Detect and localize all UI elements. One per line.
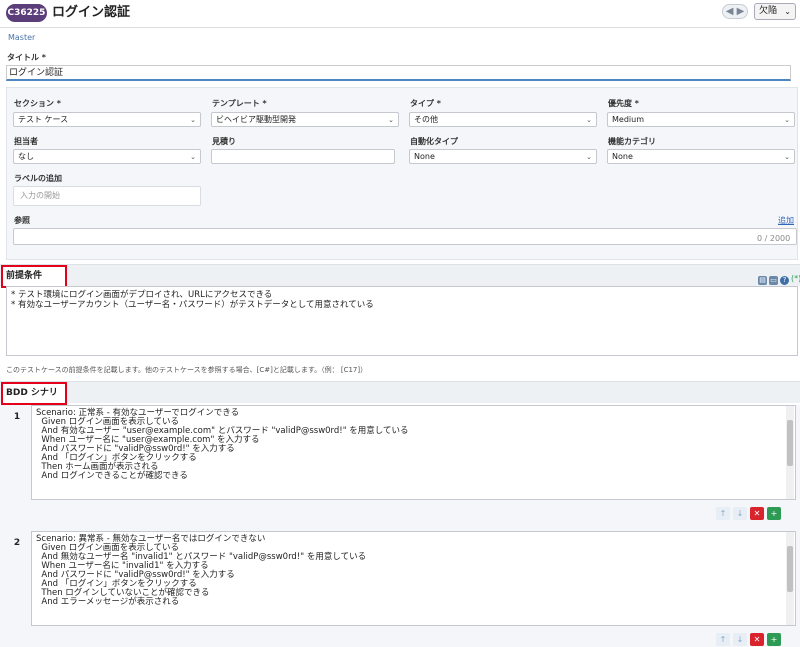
scenario-textarea[interactable]: Scenario: 異常系 - 無効なユーザー名ではログインできない Given…: [31, 531, 796, 626]
title-label: タイトル *: [7, 53, 46, 62]
move-up-button[interactable]: ↑: [716, 507, 730, 520]
preconditions-header-bar: [0, 264, 800, 286]
preconditions-hint: このテストケースの前提条件を記載します。他のテストケースを参照する場合、[C#]…: [6, 366, 368, 374]
references-add-link[interactable]: 追加: [778, 215, 794, 226]
chevron-down-icon: ⌄: [586, 116, 592, 124]
master-label: Master: [8, 33, 36, 42]
automation-type-select[interactable]: None ⌄: [409, 149, 597, 164]
scroll-thumb[interactable]: [787, 420, 793, 466]
add-scenario-button[interactable]: +: [767, 507, 781, 520]
scenario-line: And エラーメッセージが表示される: [36, 597, 180, 607]
chevron-down-icon: ⌄: [388, 116, 394, 124]
assignee-select[interactable]: なし ⌄: [13, 149, 201, 164]
template-select-value: ビヘイビア駆動型開発: [216, 115, 296, 124]
scenario-textarea[interactable]: Scenario: 正常系 - 有効なユーザーでログインできる Given ログ…: [31, 405, 796, 500]
scroll-thumb[interactable]: [787, 546, 793, 592]
expand-icon[interactable]: (*): [791, 274, 800, 283]
chevron-down-icon: ⌄: [190, 116, 196, 124]
estimate-input[interactable]: [211, 149, 395, 164]
section-field-label: セクション *: [14, 99, 61, 108]
priority-field-label: 優先度 *: [608, 99, 639, 108]
scenario-scrollbar[interactable]: [786, 406, 794, 499]
template-field-label: テンプレート *: [212, 99, 267, 108]
preconditions-textarea[interactable]: * テスト環境にログイン画面がデプロイされ、URLにアクセスできる * 有効なユ…: [6, 286, 798, 356]
image-icon[interactable]: ▭: [769, 276, 778, 285]
move-down-button[interactable]: ↓: [733, 633, 747, 646]
precondition-line: * 有効なユーザーアカウント（ユーザー名・パスワード）がテストデータとして用意さ…: [11, 300, 374, 310]
assignee-field-label: 担当者: [14, 137, 38, 146]
feature-category-value: None: [612, 152, 633, 161]
chevron-down-icon: ⌄: [190, 153, 196, 161]
estimate-field-label: 見積り: [212, 137, 236, 146]
chevron-down-icon: ⌄: [586, 153, 592, 161]
prev-next-nav-icon[interactable]: ◀ ▶: [722, 4, 748, 19]
scenario-number: 2: [13, 538, 21, 548]
scenario-scrollbar[interactable]: [786, 532, 794, 625]
references-input[interactable]: [13, 228, 797, 245]
help-icon[interactable]: ?: [780, 276, 789, 285]
automation-type-value: None: [414, 152, 435, 161]
template-select[interactable]: ビヘイビア駆動型開発 ⌄: [211, 112, 399, 127]
title-input[interactable]: ログイン認証: [6, 65, 791, 81]
section-dropdown[interactable]: 欠陥 ⌄: [754, 3, 796, 20]
labels-input[interactable]: 入力の開始: [13, 186, 201, 206]
scenario-number: 1: [13, 412, 21, 422]
references-label: 参照: [14, 216, 30, 225]
references-counter: 0 / 2000: [757, 234, 791, 243]
table-icon[interactable]: ▤: [758, 276, 767, 285]
chevron-down-icon: ⌄: [784, 116, 790, 124]
case-id-badge: C36225: [6, 4, 47, 22]
bdd-header-bar: [0, 381, 800, 403]
page-title: ログイン認証: [52, 5, 131, 20]
bdd-scenario-label: BDD シナリオ: [1, 382, 67, 417]
delete-scenario-button[interactable]: ✕: [750, 507, 764, 520]
type-select-value: その他: [414, 115, 438, 124]
feature-category-select[interactable]: None ⌄: [607, 149, 795, 164]
chevron-down-icon: ⌄: [784, 7, 791, 16]
add-scenario-button[interactable]: +: [767, 633, 781, 646]
type-select[interactable]: その他 ⌄: [409, 112, 597, 127]
move-down-button[interactable]: ↓: [733, 507, 747, 520]
section-dropdown-value: 欠陥: [759, 6, 778, 16]
section-select[interactable]: テスト ケース ⌄: [13, 112, 201, 127]
priority-select[interactable]: Medium ⌄: [607, 112, 795, 127]
labels-field-label: ラベルの追加: [14, 174, 62, 183]
section-select-value: テスト ケース: [18, 115, 69, 124]
priority-select-value: Medium: [612, 115, 644, 124]
delete-scenario-button[interactable]: ✕: [750, 633, 764, 646]
preconditions-label: 前提条件: [1, 265, 67, 288]
scenario-line: And ログインできることが確認できる: [36, 471, 188, 481]
chevron-down-icon: ⌄: [784, 153, 790, 161]
assignee-select-value: なし: [18, 152, 34, 161]
move-up-button[interactable]: ↑: [716, 633, 730, 646]
feature-category-label: 機能カテゴリ: [608, 137, 656, 146]
type-field-label: タイプ *: [410, 99, 441, 108]
automation-type-label: 自動化タイプ: [410, 137, 458, 146]
precondition-line: * テスト環境にログイン画面がデプロイされ、URLにアクセスできる: [11, 290, 273, 300]
